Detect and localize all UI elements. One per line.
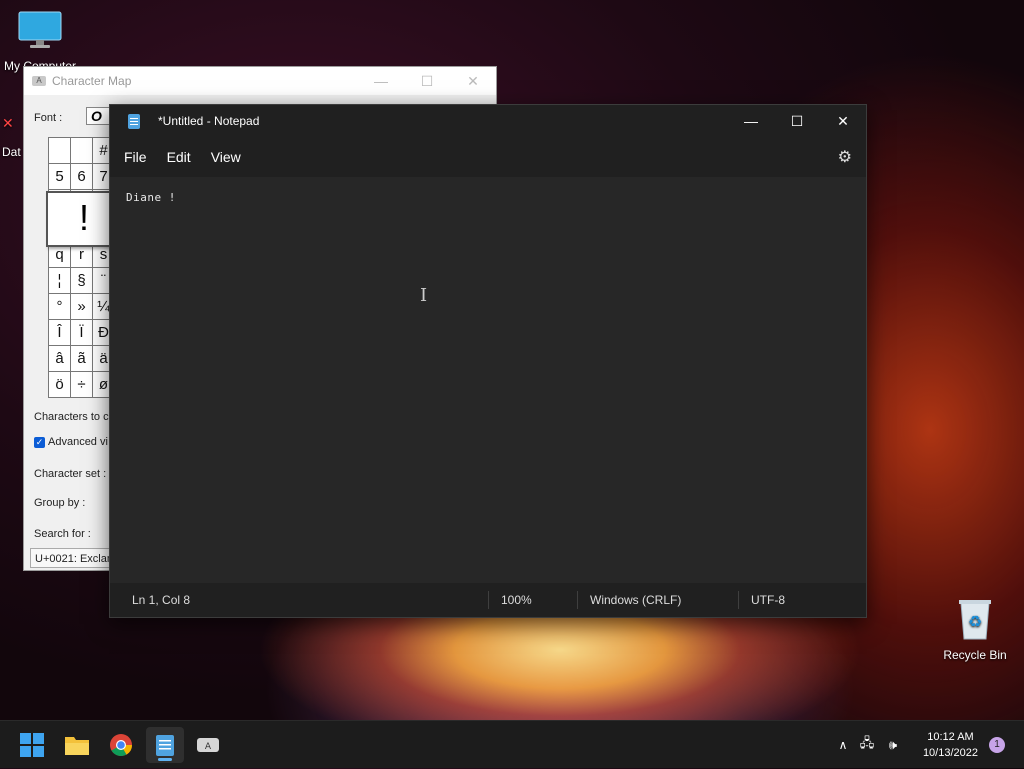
app-icon: ✕ — [2, 115, 14, 131]
grid-cell[interactable]: ¦ — [48, 267, 71, 294]
grid-cell[interactable]: Î — [48, 319, 71, 346]
search-for-label: Search for : — [34, 528, 91, 540]
menu-file[interactable]: File — [115, 149, 156, 165]
desktop-icon-recycle-bin[interactable]: ♻ Recycle Bin — [940, 597, 1010, 662]
desktop-icon-label: Recycle Bin — [943, 648, 1007, 662]
grid-row: âãä — [48, 345, 115, 372]
menu-edit[interactable]: Edit — [158, 149, 200, 165]
notepad-titlebar[interactable]: *Untitled - Notepad — ☐ ✕ — [110, 105, 866, 137]
taskbar: A ∧ 🖧 🕪 10:12 AM 10/13/2022 1 — [0, 720, 1024, 768]
chars-to-copy-label: Characters to co — [34, 411, 115, 423]
character-grid[interactable]: #567IJK]^_qrs¦§¨°»¼ÎÏÐâãäö÷ø — [48, 137, 115, 398]
grid-row: ¦ § ¨ — [48, 267, 115, 294]
notepad-icon — [156, 735, 174, 756]
desktop-icon-partial[interactable]: ✕ Dat — [2, 115, 22, 159]
grid-cell[interactable]: Ï — [70, 319, 93, 346]
grid-row: ÎÏÐ — [48, 319, 115, 346]
close-button[interactable]: ✕ — [820, 105, 866, 137]
monitor-icon — [18, 11, 62, 48]
volume-icon[interactable]: 🕪 — [880, 737, 906, 753]
grid-cell[interactable] — [70, 137, 93, 164]
grid-cell[interactable]: 5 — [48, 163, 71, 190]
taskbar-file-explorer[interactable] — [58, 727, 96, 763]
charmap-titlebar[interactable]: A Character Map — ☐ ✕ — [24, 67, 496, 95]
chrome-icon — [110, 734, 132, 756]
window-title: Character Map — [52, 74, 132, 88]
grid-cell[interactable]: ° — [48, 293, 71, 320]
grid-row: ö ÷ ø — [48, 371, 115, 398]
text-cursor-icon: I — [420, 285, 428, 306]
advanced-view-label: Advanced vi — [48, 436, 108, 448]
window-title: *Untitled - Notepad — [158, 114, 260, 128]
grid-cell[interactable]: ÷ — [70, 371, 93, 398]
encoding: UTF-8 — [738, 591, 851, 609]
grid-cell[interactable]: ö — [48, 371, 71, 398]
line-ending: Windows (CRLF) — [577, 591, 738, 609]
menu-bar: File Edit View ⚙ — [110, 137, 866, 177]
start-button[interactable] — [13, 727, 51, 763]
settings-gear-icon[interactable]: ⚙ — [838, 147, 852, 167]
grid-row: 567 — [48, 163, 115, 190]
windows-logo-icon — [20, 733, 44, 757]
character-set-label: Character set : — [34, 468, 107, 480]
taskbar-notepad[interactable] — [146, 727, 184, 763]
cursor-position: Ln 1, Col 8 — [132, 593, 191, 607]
system-tray: ∧ 🖧 🕪 — [832, 721, 906, 769]
grid-cell[interactable]: » — [70, 293, 93, 320]
clock-time: 10:12 AM — [927, 731, 974, 743]
taskbar-chrome[interactable] — [102, 727, 140, 763]
menu-view[interactable]: View — [202, 149, 250, 165]
check-icon: ✓ — [34, 436, 45, 448]
grid-row: # — [48, 137, 115, 164]
grid-cell[interactable]: § — [70, 267, 93, 294]
chevron-up-icon[interactable]: ∧ — [832, 738, 854, 752]
group-by-label: Group by : — [34, 497, 86, 509]
notepad-app-icon — [128, 113, 140, 129]
maximize-button[interactable]: ☐ — [404, 73, 450, 90]
folder-icon — [65, 737, 89, 755]
char-status-field: U+0021: Exclam — [30, 548, 120, 568]
font-label: Font : — [34, 112, 63, 124]
grid-row: °» ¼ — [48, 293, 115, 320]
grid-cell[interactable]: â — [48, 345, 71, 372]
notepad-window[interactable]: *Untitled - Notepad — ☐ ✕ File Edit View… — [109, 104, 867, 618]
desktop-icon-label: Dat — [2, 145, 21, 159]
grid-cell[interactable]: 6 — [70, 163, 93, 190]
minimize-button[interactable]: — — [728, 105, 774, 137]
close-button[interactable]: ✕ — [450, 73, 496, 90]
network-icon[interactable]: 🖧 — [854, 734, 880, 756]
maximize-button[interactable]: ☐ — [774, 105, 820, 137]
grid-cell[interactable] — [48, 137, 71, 164]
document-text[interactable]: Diane ! — [126, 191, 176, 204]
status-bar: Ln 1, Col 8 100% Windows (CRLF) UTF-8 — [110, 583, 866, 617]
notification-badge[interactable]: 1 — [989, 737, 1005, 753]
minimize-button[interactable]: — — [358, 73, 404, 90]
svg-text:A: A — [205, 742, 212, 752]
charmap-app-icon: A — [32, 76, 46, 86]
advanced-view-checkbox[interactable]: ✓ Advanced vi — [34, 436, 108, 448]
desktop-icon-my-computer[interactable]: My Computer — [0, 10, 80, 73]
taskbar-clock[interactable]: 10:12 AM 10/13/2022 — [923, 729, 978, 761]
recycle-bin-icon: ♻ — [959, 600, 991, 640]
grid-cell[interactable]: ã — [70, 345, 93, 372]
text-editor-area[interactable]: Diane ! I — [110, 177, 866, 583]
zoom-level: 100% — [488, 591, 577, 609]
taskbar-charmap[interactable]: A — [189, 727, 227, 763]
clock-date: 10/13/2022 — [922, 747, 978, 759]
svg-text:♻: ♻ — [968, 612, 982, 631]
charmap-icon: A — [197, 738, 219, 752]
